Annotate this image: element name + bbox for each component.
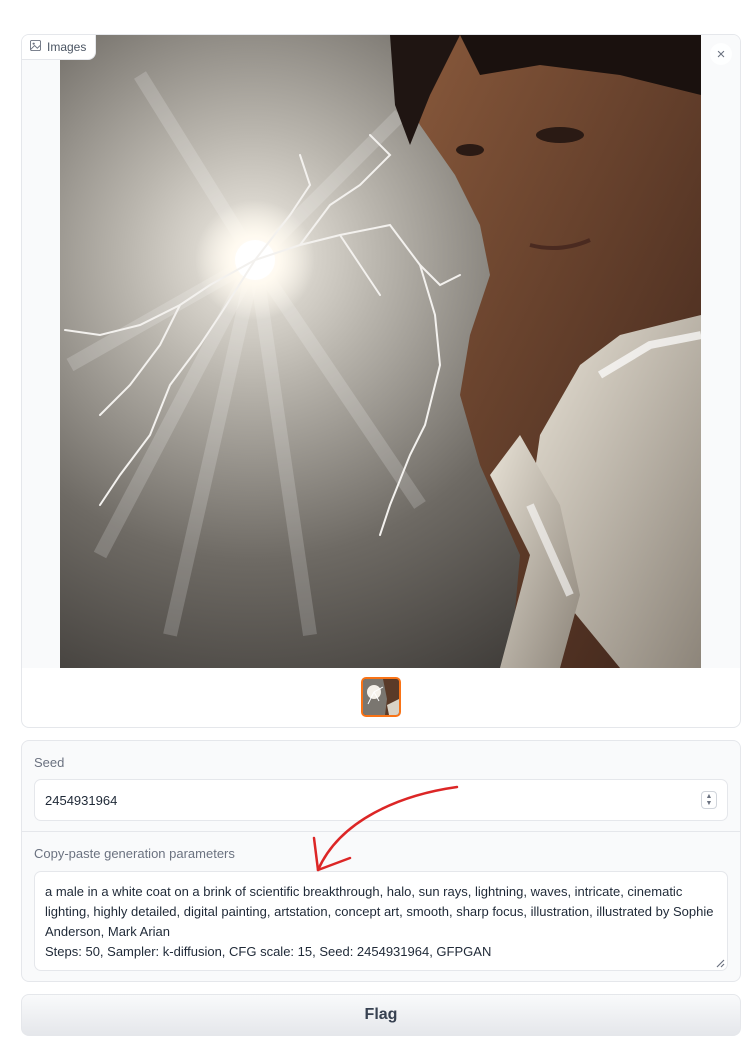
gallery-label-text: Images bbox=[47, 40, 87, 54]
resize-handle-icon[interactable] bbox=[713, 956, 725, 968]
prompt-text: a male in a white coat on a brink of sci… bbox=[45, 884, 714, 939]
seed-label: Seed bbox=[34, 755, 65, 770]
gallery-label: Images bbox=[22, 35, 97, 60]
preview-area bbox=[22, 35, 740, 668]
flag-button[interactable]: Flag bbox=[21, 994, 741, 1036]
divider bbox=[22, 831, 740, 832]
generation-params-textarea[interactable]: a male in a white coat on a brink of sci… bbox=[34, 871, 728, 971]
close-icon[interactable]: × bbox=[710, 43, 732, 65]
settings-text: Steps: 50, Sampler: k-diffusion, CFG sca… bbox=[45, 944, 492, 959]
gallery-thumbnail[interactable] bbox=[361, 677, 401, 717]
stepper-arrows-icon[interactable]: ▲ ▼ bbox=[701, 791, 717, 809]
image-icon bbox=[30, 40, 41, 54]
preview-image[interactable] bbox=[60, 35, 701, 668]
parameters-panel: Seed 2454931964 ▲ ▼ Copy-paste generation… bbox=[21, 740, 741, 982]
image-gallery: Images × bbox=[21, 34, 741, 728]
generation-params-label: Copy-paste generation parameters bbox=[34, 846, 235, 861]
seed-input[interactable]: 2454931964 ▲ ▼ bbox=[34, 779, 728, 821]
seed-value: 2454931964 bbox=[45, 792, 118, 808]
